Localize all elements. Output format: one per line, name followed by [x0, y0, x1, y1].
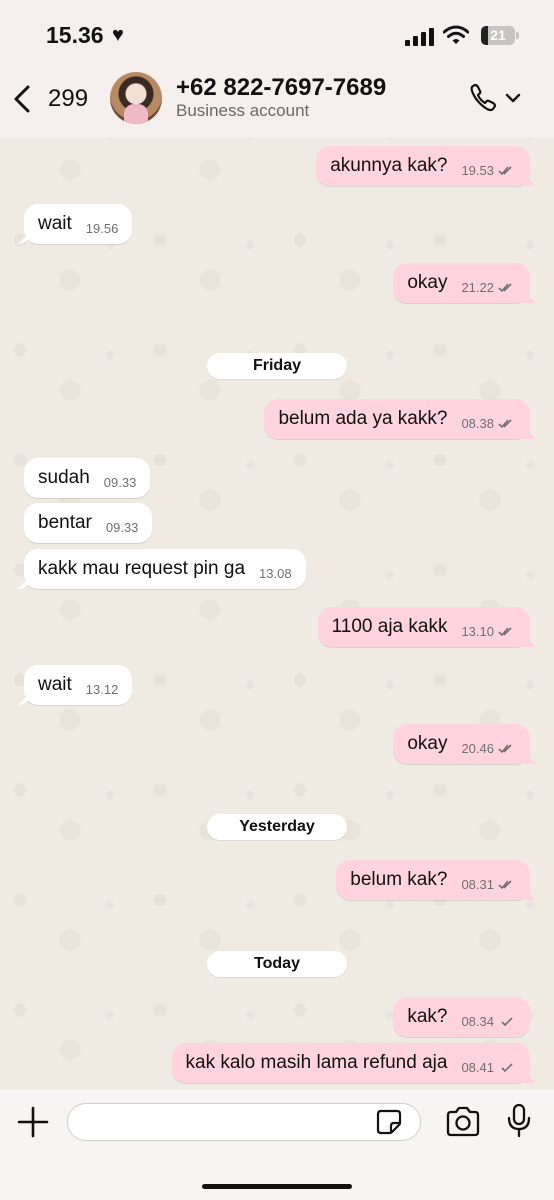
message-text: okay	[407, 272, 448, 293]
message-time: 08.34	[461, 1013, 494, 1029]
message-row: kak kalo masih lama refund aja 08.41	[0, 1043, 554, 1083]
message-time: 20.46	[461, 740, 494, 756]
message-bubble-outgoing[interactable]: belum ada ya kakk? 08.38	[264, 399, 530, 439]
message-text: kakk mau request pin ga	[38, 558, 246, 579]
message-row: wait 19.56	[0, 204, 554, 244]
message-time: 08.31	[461, 876, 494, 892]
message-row: 1100 aja kakk 13.10	[0, 607, 554, 647]
contact-name[interactable]: +62 822-7697-7689	[176, 74, 386, 102]
message-time: 21.22	[461, 279, 494, 295]
message-text: belum ada ya kakk?	[278, 408, 448, 429]
unread-count: 299	[48, 85, 89, 112]
message-row: okay 20.46	[0, 724, 554, 764]
message-time: 09.33	[105, 519, 139, 535]
read-ticks-icon	[498, 419, 512, 429]
message-text: sudah	[38, 467, 90, 488]
message-time: 13.08	[259, 565, 292, 581]
message-input[interactable]	[67, 1103, 421, 1141]
message-row: belum kak? 08.31	[0, 860, 554, 900]
message-text: akunnya kak?	[330, 155, 448, 176]
read-ticks-icon	[498, 744, 512, 754]
message-row: kakk mau request pin ga 13.08	[0, 549, 554, 589]
message-time: 13.12	[85, 681, 119, 697]
sent-tick-icon	[501, 1063, 513, 1073]
message-bubble-outgoing[interactable]: okay 21.22	[393, 263, 530, 303]
date-separator: Today	[207, 951, 347, 977]
message-time: 13.10	[461, 623, 494, 639]
message-time: 09.33	[103, 474, 137, 490]
message-time: 19.56	[85, 220, 119, 236]
microphone-icon[interactable]	[506, 1103, 532, 1139]
heart-icon: ♥	[112, 24, 124, 46]
message-bubble-incoming[interactable]: wait 19.56	[24, 204, 133, 244]
message-bubble-outgoing[interactable]: belum kak? 08.31	[336, 860, 530, 900]
cellular-signal-icon	[405, 28, 434, 46]
message-row: akunnya kak? 19.53	[0, 146, 554, 186]
message-bubble-incoming[interactable]: wait 13.12	[24, 665, 133, 705]
message-row: sudah 09.33	[0, 458, 554, 498]
read-ticks-icon	[498, 627, 512, 637]
read-ticks-icon	[498, 283, 512, 293]
message-row: bentar 09.33	[0, 503, 554, 543]
message-bubble-outgoing[interactable]: 1100 aja kakk 13.10	[317, 607, 530, 647]
message-bubble-incoming[interactable]: sudah 09.33	[24, 458, 151, 498]
message-time: 08.38	[461, 415, 494, 431]
message-bubble-outgoing[interactable]: kak kalo masih lama refund aja 08.41	[171, 1043, 530, 1083]
sent-tick-icon	[501, 1017, 513, 1027]
wifi-icon	[443, 25, 469, 44]
battery-percent: 21	[490, 27, 506, 43]
message-row: belum ada ya kakk? 08.38	[0, 399, 554, 439]
back-button[interactable]: 299	[12, 82, 96, 116]
message-bubble-outgoing[interactable]: akunnya kak? 19.53	[316, 146, 530, 186]
message-time: 19.53	[461, 162, 494, 178]
message-bubble-incoming[interactable]: kakk mau request pin ga 13.08	[24, 549, 306, 589]
read-ticks-icon	[498, 880, 512, 890]
battery-level-fill	[481, 26, 489, 45]
message-text: bentar	[38, 512, 92, 533]
message-text: kak?	[407, 1006, 448, 1027]
message-text: wait	[38, 213, 72, 234]
read-ticks-icon	[498, 166, 512, 176]
plus-icon[interactable]	[16, 1105, 50, 1139]
chevron-left-icon	[14, 85, 30, 113]
battery-nub	[516, 32, 519, 39]
message-bubble-outgoing[interactable]: okay 20.46	[393, 724, 530, 764]
camera-icon[interactable]	[445, 1106, 481, 1138]
avatar[interactable]	[110, 72, 162, 124]
sticker-icon[interactable]	[376, 1109, 402, 1135]
message-row: wait 13.12	[0, 665, 554, 705]
message-bubble-outgoing[interactable]: kak? 08.34	[393, 997, 530, 1037]
chat-header: 15.36 ♥ 21 299 +62 822-7697-7689 Busines…	[0, 0, 554, 138]
status-time: 15.36	[46, 22, 104, 48]
message-bubble-incoming[interactable]: bentar 09.33	[24, 503, 153, 543]
date-separator: Yesterday	[207, 814, 347, 840]
message-text: 1100 aja kakk	[331, 616, 448, 637]
message-row: okay 21.22	[0, 263, 554, 303]
home-indicator	[202, 1184, 352, 1189]
message-time: 08.41	[461, 1059, 494, 1075]
message-text: belum kak?	[350, 869, 448, 890]
contact-subtitle: Business account	[176, 101, 310, 120]
message-row: kak? 08.34	[0, 997, 554, 1037]
battery-indicator: 21	[481, 26, 515, 45]
message-text: kak kalo masih lama refund aja	[185, 1052, 448, 1073]
message-text: wait	[38, 674, 72, 695]
date-separator: Friday	[207, 353, 347, 379]
phone-icon[interactable]	[468, 82, 524, 114]
message-text: okay	[407, 733, 448, 754]
